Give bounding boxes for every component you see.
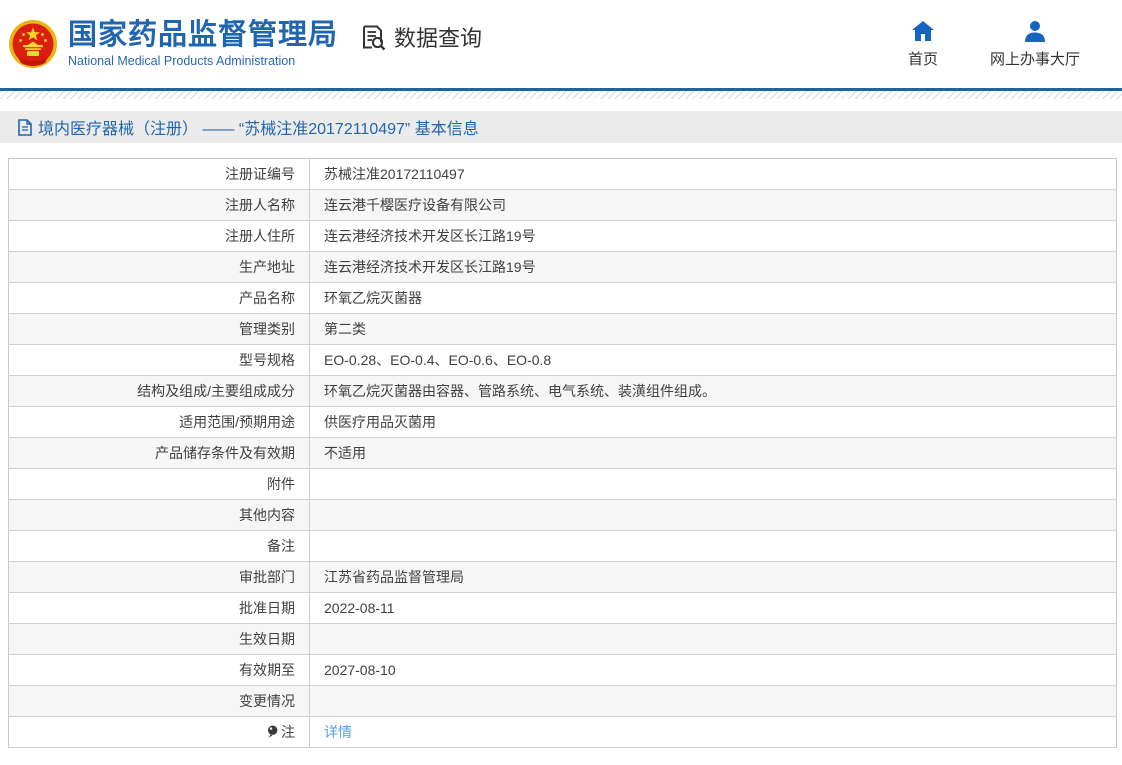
- row-label: 备注: [9, 531, 310, 562]
- note-icon: [267, 725, 278, 742]
- info-table-body: 注册证编号苏械注准20172110497注册人名称连云港千樱医疗设备有限公司注册…: [9, 159, 1117, 748]
- row-label: 生效日期: [9, 624, 310, 655]
- header-nav: 首页 网上办事大厅: [908, 20, 1100, 69]
- row-value: 供医疗用品灭菌用: [310, 407, 1117, 438]
- row-value: 详情: [310, 717, 1117, 748]
- breadcrumb: 境内医疗器械（注册） —— “苏械注准20172110497” 基本信息: [0, 111, 1122, 143]
- table-row: 生产地址连云港经济技术开发区长江路19号: [9, 252, 1117, 283]
- page-title: 境内医疗器械（注册） —— “苏械注准20172110497” 基本信息: [38, 115, 479, 139]
- table-row: 有效期至2027-08-10: [9, 655, 1117, 686]
- table-row: 备注: [9, 531, 1117, 562]
- row-label: 产品储存条件及有效期: [9, 438, 310, 469]
- module-title: 数据查询: [394, 21, 482, 53]
- brand: 国家药品监督管理局 National Medical Products Admi…: [8, 19, 338, 69]
- row-label: 注册人住所: [9, 221, 310, 252]
- header-divider-hatch: [0, 91, 1122, 99]
- table-row: 变更情况: [9, 686, 1117, 717]
- row-value: 连云港经济技术开发区长江路19号: [310, 221, 1117, 252]
- row-value: [310, 624, 1117, 655]
- row-label: 适用范围/预期用途: [9, 407, 310, 438]
- row-value: EO-0.28、EO-0.4、EO-0.6、EO-0.8: [310, 345, 1117, 376]
- table-row: 附件: [9, 469, 1117, 500]
- home-icon: [911, 20, 935, 42]
- table-row: 产品储存条件及有效期不适用: [9, 438, 1117, 469]
- row-label: 注册人名称: [9, 190, 310, 221]
- row-value: 2022-08-11: [310, 593, 1117, 624]
- org-names: 国家药品监督管理局 National Medical Products Admi…: [68, 20, 338, 69]
- row-label: 产品名称: [9, 283, 310, 314]
- row-label: 生产地址: [9, 252, 310, 283]
- data-query-module: 数据查询: [360, 21, 482, 53]
- row-value: [310, 531, 1117, 562]
- detail-link[interactable]: 详情: [324, 724, 352, 740]
- row-label: 批准日期: [9, 593, 310, 624]
- row-label: 变更情况: [9, 686, 310, 717]
- row-value: 苏械注准20172110497: [310, 159, 1117, 190]
- row-label: 审批部门: [9, 562, 310, 593]
- org-name-en: National Medical Products Administration: [68, 55, 338, 69]
- national-emblem-logo: [8, 19, 58, 69]
- person-icon: [1023, 20, 1047, 42]
- row-label: 注: [9, 717, 310, 748]
- table-row: 生效日期: [9, 624, 1117, 655]
- row-value: 江苏省药品监督管理局: [310, 562, 1117, 593]
- data-query-icon: [360, 24, 387, 51]
- row-label: 管理类别: [9, 314, 310, 345]
- row-label: 注册证编号: [9, 159, 310, 190]
- row-value: 连云港经济技术开发区长江路19号: [310, 252, 1117, 283]
- table-row: 注册人住所连云港经济技术开发区长江路19号: [9, 221, 1117, 252]
- row-value: [310, 469, 1117, 500]
- row-label: 结构及组成/主要组成成分: [9, 376, 310, 407]
- table-row: 注册人名称连云港千樱医疗设备有限公司: [9, 190, 1117, 221]
- row-label: 其他内容: [9, 500, 310, 531]
- nav-service-hall[interactable]: 网上办事大厅: [990, 20, 1080, 69]
- nav-hall-label: 网上办事大厅: [990, 48, 1080, 69]
- row-value: 2027-08-10: [310, 655, 1117, 686]
- table-row: 结构及组成/主要组成成分环氧乙烷灭菌器由容器、管路系统、电气系统、装潢组件组成。: [9, 376, 1117, 407]
- row-value: [310, 500, 1117, 531]
- document-icon: [18, 119, 32, 136]
- registration-info-table: 注册证编号苏械注准20172110497注册人名称连云港千樱医疗设备有限公司注册…: [8, 158, 1117, 748]
- row-label: 附件: [9, 469, 310, 500]
- nav-home[interactable]: 首页: [908, 20, 938, 69]
- row-value: [310, 686, 1117, 717]
- table-row: 审批部门江苏省药品监督管理局: [9, 562, 1117, 593]
- table-row: 适用范围/预期用途供医疗用品灭菌用: [9, 407, 1117, 438]
- table-row: 型号规格EO-0.28、EO-0.4、EO-0.6、EO-0.8: [9, 345, 1117, 376]
- table-row: 管理类别第二类: [9, 314, 1117, 345]
- row-value: 环氧乙烷灭菌器由容器、管路系统、电气系统、装潢组件组成。: [310, 376, 1117, 407]
- nav-home-label: 首页: [908, 48, 938, 69]
- row-label: 型号规格: [9, 345, 310, 376]
- table-row: 注详情: [9, 717, 1117, 748]
- row-value: 连云港千樱医疗设备有限公司: [310, 190, 1117, 221]
- row-value: 不适用: [310, 438, 1117, 469]
- row-label: 有效期至: [9, 655, 310, 686]
- table-row: 注册证编号苏械注准20172110497: [9, 159, 1117, 190]
- table-row: 批准日期2022-08-11: [9, 593, 1117, 624]
- org-name-cn: 国家药品监督管理局: [68, 20, 338, 52]
- row-value: 第二类: [310, 314, 1117, 345]
- row-value: 环氧乙烷灭菌器: [310, 283, 1117, 314]
- table-row: 产品名称环氧乙烷灭菌器: [9, 283, 1117, 314]
- table-row: 其他内容: [9, 500, 1117, 531]
- site-header: 国家药品监督管理局 National Medical Products Admi…: [0, 0, 1122, 88]
